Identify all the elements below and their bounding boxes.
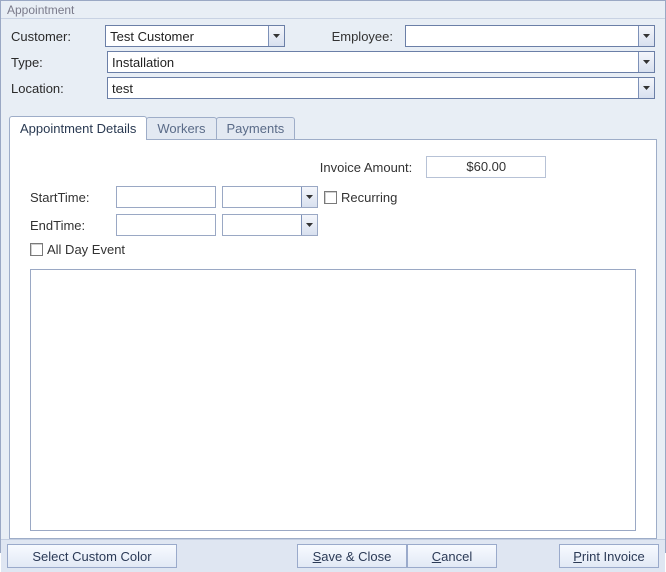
chevron-down-icon[interactable] <box>301 215 317 235</box>
invoice-amount-field[interactable]: $60.00 <box>426 156 546 178</box>
appointment-window: Appointment Customer: Test Customer Empl… <box>0 0 666 553</box>
employee-label: Employee: <box>291 29 399 44</box>
allday-checkbox[interactable]: All Day Event <box>30 242 636 257</box>
allday-label: All Day Event <box>47 242 125 257</box>
type-value: Installation <box>108 55 638 70</box>
endtime-time-value <box>223 215 301 235</box>
type-label: Type: <box>11 55 101 70</box>
customer-value: Test Customer <box>106 29 268 44</box>
chevron-down-icon[interactable] <box>638 78 654 98</box>
location-value: test <box>108 81 638 96</box>
starttime-time-combo[interactable] <box>222 186 318 208</box>
location-combo[interactable]: test <box>107 77 655 99</box>
chevron-down-icon[interactable] <box>301 187 317 207</box>
cancel-button[interactable]: Cancel <box>407 544 497 568</box>
recurring-label: Recurring <box>341 190 397 205</box>
checkbox-icon <box>30 243 43 256</box>
window-title: Appointment <box>1 1 665 19</box>
endtime-time-combo[interactable] <box>222 214 318 236</box>
starttime-date-field[interactable] <box>116 186 216 208</box>
chevron-down-icon[interactable] <box>268 26 284 46</box>
header-form: Customer: Test Customer Employee: Type: … <box>1 19 665 109</box>
type-combo[interactable]: Installation <box>107 51 655 73</box>
select-custom-color-button[interactable]: Select Custom Color <box>7 544 177 568</box>
chevron-down-icon[interactable] <box>638 26 654 46</box>
print-invoice-button[interactable]: Print Invoice <box>559 544 659 568</box>
employee-combo[interactable] <box>405 25 655 47</box>
tab-appointment-details[interactable]: Appointment Details <box>9 116 147 140</box>
tab-workers[interactable]: Workers <box>146 117 216 140</box>
cancel-rest: ancel <box>441 549 472 564</box>
customer-combo[interactable]: Test Customer <box>105 25 285 47</box>
customer-label: Customer: <box>11 29 99 44</box>
tabs: Appointment Details Workers Payments Inv… <box>9 115 657 539</box>
print-rest: rint Invoice <box>582 549 645 564</box>
checkbox-icon <box>324 191 337 204</box>
chevron-down-icon[interactable] <box>638 52 654 72</box>
footer-bar: Select Custom Color Save & Close Cancel … <box>1 539 665 572</box>
notes-textarea[interactable] <box>30 269 636 531</box>
endtime-label: EndTime: <box>30 218 110 233</box>
save-close-rest: ave & Close <box>321 549 391 564</box>
location-label: Location: <box>11 81 101 96</box>
recurring-checkbox[interactable]: Recurring <box>324 190 397 205</box>
tab-strip: Appointment Details Workers Payments <box>9 115 657 139</box>
tab-payments[interactable]: Payments <box>216 117 296 140</box>
tab-body-details: Invoice Amount: $60.00 StartTime: Recurr… <box>9 139 657 539</box>
starttime-time-value <box>223 187 301 207</box>
starttime-label: StartTime: <box>30 190 110 205</box>
invoice-amount-label: Invoice Amount: <box>320 160 413 175</box>
save-close-button[interactable]: Save & Close <box>297 544 407 568</box>
endtime-date-field[interactable] <box>116 214 216 236</box>
